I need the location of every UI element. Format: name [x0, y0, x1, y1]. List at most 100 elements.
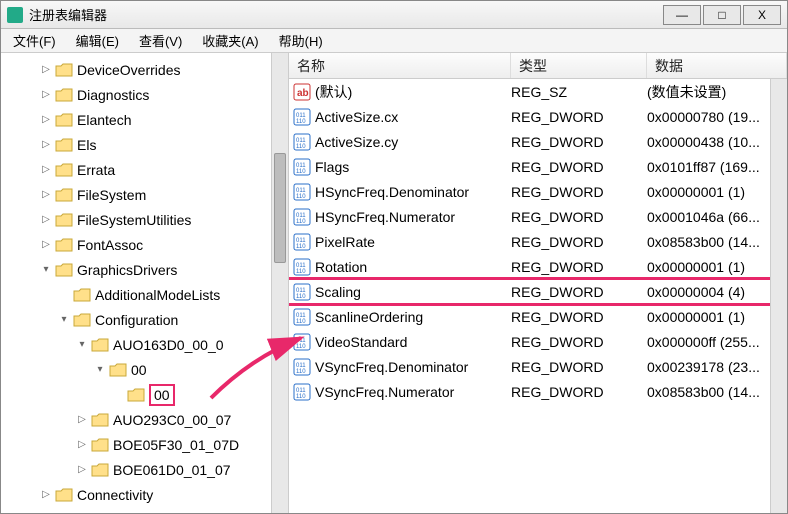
svg-text:110: 110: [296, 294, 306, 300]
value-type: REG_DWORD: [511, 384, 647, 400]
tree-item[interactable]: ▷FileSystem: [3, 182, 286, 207]
tree-item[interactable]: ▷Connectivity: [3, 482, 286, 507]
chevron-right-icon[interactable]: ▷: [39, 213, 53, 227]
value-row[interactable]: 011110HSyncFreq.DenominatorREG_DWORD0x00…: [289, 179, 787, 204]
chevron-right-icon[interactable]: ▷: [75, 463, 89, 477]
chevron-right-icon[interactable]: ▷: [39, 188, 53, 202]
tree-item-label: Diagnostics: [77, 87, 149, 103]
dword-value-icon: 011110: [293, 233, 311, 251]
value-data: 0x00000001 (1): [647, 259, 787, 275]
folder-icon: [91, 438, 109, 452]
value-data: 0x08583b00 (14...: [647, 234, 787, 250]
value-data: 0x00000780 (19...: [647, 109, 787, 125]
value-row[interactable]: 011110PixelRateREG_DWORD0x08583b00 (14..…: [289, 229, 787, 254]
tree-item[interactable]: ▷ FontAssoc: [3, 232, 286, 257]
value-row[interactable]: 011110RotationREG_DWORD0x00000001 (1): [289, 254, 787, 279]
chevron-right-icon[interactable]: ▷: [39, 163, 53, 177]
value-row[interactable]: 011110ScanlineOrderingREG_DWORD0x0000000…: [289, 304, 787, 329]
tree-item-label: FontAssoc: [77, 237, 143, 253]
tree-item[interactable]: ▾AUO163D0_00_0: [3, 332, 286, 357]
minimize-button[interactable]: —: [663, 5, 701, 25]
value-name: Flags: [315, 159, 349, 175]
chevron-right-icon[interactable]: ▷: [75, 438, 89, 452]
value-row[interactable]: ab(默认)REG_SZ(数值未设置): [289, 79, 787, 104]
list-scrollbar[interactable]: [770, 79, 787, 513]
svg-text:110: 110: [296, 219, 306, 225]
chevron-right-icon[interactable]: ▷: [75, 413, 89, 427]
list-body[interactable]: ab(默认)REG_SZ(数值未设置)011110ActiveSize.cxRE…: [289, 79, 787, 513]
menu-help[interactable]: 帮助(H): [275, 29, 327, 52]
value-data: 0x00000004 (4): [647, 284, 787, 300]
dword-value-icon: 011110: [293, 208, 311, 226]
chevron-right-icon[interactable]: ▷: [39, 63, 53, 77]
value-row[interactable]: 011110VideoStandardREG_DWORD0x000000ff (…: [289, 329, 787, 354]
chevron-right-icon[interactable]: ▷: [39, 238, 53, 252]
folder-icon: [73, 313, 91, 327]
folder-icon: [55, 188, 73, 202]
chevron-right-icon[interactable]: ▷: [39, 88, 53, 102]
value-data: 0x08583b00 (14...: [647, 384, 787, 400]
tree-item[interactable]: ▾Configuration: [3, 307, 286, 332]
folder-icon: [55, 163, 73, 177]
value-row[interactable]: 011110VSyncFreq.DenominatorREG_DWORD0x00…: [289, 354, 787, 379]
tree-item[interactable]: ▷ AUO293C0_00_07: [3, 407, 286, 432]
col-header-name[interactable]: 名称: [289, 53, 511, 78]
tree-item-label: Els: [77, 137, 96, 153]
menu-favorites[interactable]: 收藏夹(A): [198, 29, 262, 52]
chevron-right-icon[interactable]: ▷: [39, 113, 53, 127]
tree-item-label: AUO293C0_00_07: [113, 412, 231, 428]
col-header-data[interactable]: 数据: [647, 53, 787, 78]
maximize-button[interactable]: □: [703, 5, 741, 25]
value-type: REG_DWORD: [511, 109, 647, 125]
folder-icon: [127, 388, 145, 402]
tree-item[interactable]: ▷FileSystemUtilities: [3, 207, 286, 232]
tree-item-label: 00: [149, 384, 175, 406]
tree-scrollbar[interactable]: [271, 53, 288, 513]
tree-item-label: DCI: [77, 512, 101, 514]
value-row[interactable]: 011110VSyncFreq.NumeratorREG_DWORD0x0858…: [289, 379, 787, 404]
chevron-right-icon[interactable]: ▷: [39, 138, 53, 152]
tree-item[interactable]: ▷DeviceOverrides: [3, 57, 286, 82]
chevron-down-icon[interactable]: ▾: [57, 313, 71, 327]
svg-text:110: 110: [296, 319, 306, 325]
chevron-down-icon[interactable]: ▾: [39, 263, 53, 277]
tree-item[interactable]: ▷Elantech: [3, 107, 286, 132]
svg-text:110: 110: [296, 394, 306, 400]
value-name: (默认): [315, 82, 352, 102]
svg-text:110: 110: [296, 244, 306, 250]
col-header-type[interactable]: 类型: [511, 53, 647, 78]
tree-item[interactable]: ▾GraphicsDrivers: [3, 257, 286, 282]
folder-icon: [55, 63, 73, 77]
tree-item[interactable]: ▷Errata: [3, 157, 286, 182]
tree-item-label: BOE05F30_01_07D: [113, 437, 239, 453]
menu-edit[interactable]: 编辑(E): [72, 29, 123, 52]
dword-value-icon: 011110: [293, 283, 311, 301]
svg-text:ab: ab: [297, 88, 309, 99]
tree-item[interactable]: ▾00: [3, 357, 286, 382]
chevron-down-icon[interactable]: ▾: [75, 338, 89, 352]
tree-pane[interactable]: ▷DeviceOverrides▷Diagnostics▷Elantech▷El…: [1, 53, 289, 513]
menu-view[interactable]: 查看(V): [135, 29, 186, 52]
value-row[interactable]: 011110ActiveSize.cxREG_DWORD0x00000780 (…: [289, 104, 787, 129]
tree-item[interactable]: 00: [3, 382, 286, 407]
tree-item[interactable]: ▷BOE061D0_01_07: [3, 457, 286, 482]
tree-item[interactable]: DCI: [3, 507, 286, 513]
tree-scroll-thumb[interactable]: [274, 153, 286, 263]
tree-item[interactable]: ▷ BOE05F30_01_07D: [3, 432, 286, 457]
menu-file[interactable]: 文件(F): [9, 29, 60, 52]
titlebar: 注册表编辑器 — □ X: [1, 1, 787, 29]
chevron-right-icon[interactable]: ▷: [39, 488, 53, 502]
tree-item[interactable]: AdditionalModeLists: [3, 282, 286, 307]
value-name: PixelRate: [315, 234, 375, 250]
value-row[interactable]: 011110ScalingREG_DWORD0x00000004 (4): [289, 279, 787, 304]
value-row[interactable]: 011110FlagsREG_DWORD0x0101ff87 (169...: [289, 154, 787, 179]
close-button[interactable]: X: [743, 5, 781, 25]
value-name: Scaling: [315, 284, 361, 300]
tree-item[interactable]: ▷ Diagnostics: [3, 82, 286, 107]
value-row[interactable]: 011110HSyncFreq.NumeratorREG_DWORD0x0001…: [289, 204, 787, 229]
value-row[interactable]: 011110ActiveSize.cyREG_DWORD0x00000438 (…: [289, 129, 787, 154]
chevron-down-icon[interactable]: ▾: [93, 363, 107, 377]
string-value-icon: ab: [293, 83, 311, 101]
value-data: 0x0101ff87 (169...: [647, 159, 787, 175]
tree-item[interactable]: ▷ Els: [3, 132, 286, 157]
